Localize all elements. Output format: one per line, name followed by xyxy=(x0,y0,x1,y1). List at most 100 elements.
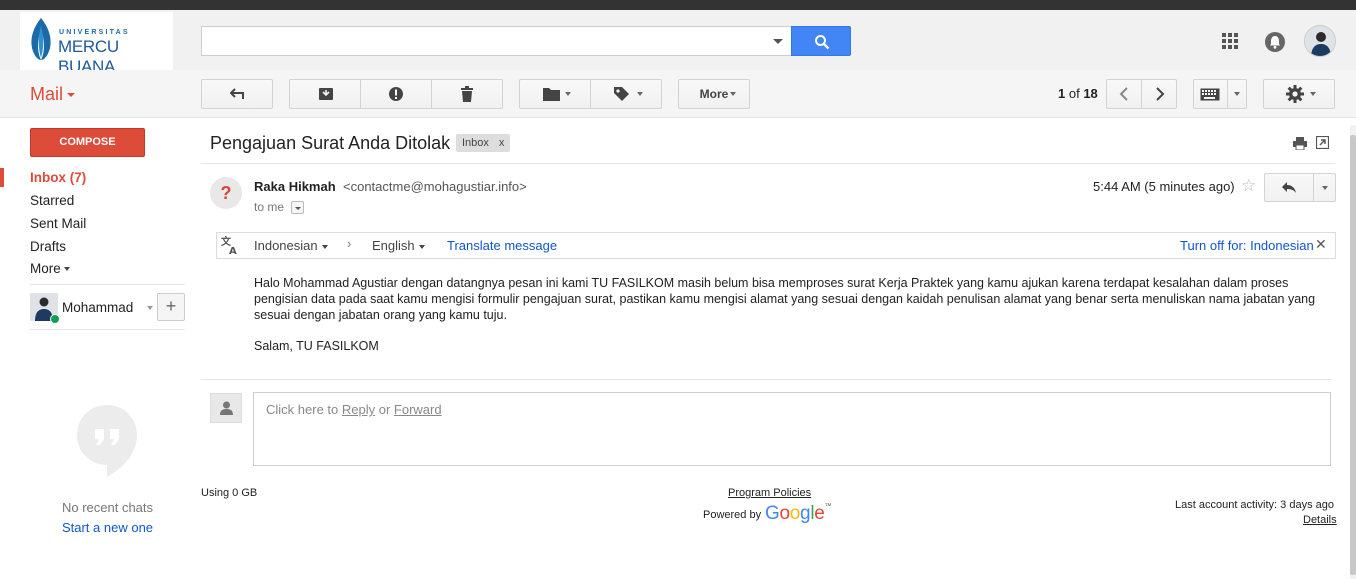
sender-unknown-icon: ? xyxy=(220,183,232,203)
more-options-chevron-icon[interactable] xyxy=(1322,186,1328,190)
svg-text:A: A xyxy=(229,246,237,255)
search-options-chevron-icon[interactable] xyxy=(773,39,783,44)
google-logo: Google™ xyxy=(765,503,832,524)
divider xyxy=(201,379,1331,380)
star-icon[interactable]: ☆ xyxy=(1241,176,1256,196)
chevron-left-icon xyxy=(1119,87,1128,101)
open-in-new-window-icon[interactable] xyxy=(1315,135,1330,152)
chevron-right-icon xyxy=(1156,87,1165,101)
more-actions-button[interactable]: More xyxy=(678,79,750,109)
print-icon[interactable] xyxy=(1293,137,1307,153)
newer-button[interactable] xyxy=(1107,80,1142,108)
powered-by-text: Powered by xyxy=(703,509,762,521)
selected-indicator xyxy=(0,168,4,187)
sidebar-item-inbox[interactable]: Inbox (7) xyxy=(30,170,86,185)
message-timestamp: 5:44 AM (5 minutes ago) xyxy=(1093,179,1235,194)
search-input[interactable] xyxy=(201,26,791,56)
pager-button-group xyxy=(1106,79,1177,109)
logo-flame-icon xyxy=(31,18,51,60)
chevron-down-icon xyxy=(637,92,643,96)
new-hangout-button[interactable]: + xyxy=(157,293,185,321)
translate-message-link[interactable]: Translate message xyxy=(447,238,557,253)
keyboard-icon xyxy=(1200,88,1220,101)
turn-off-translate-link[interactable]: Turn off for: Indonesian xyxy=(1180,238,1314,253)
sidebar-item-starred[interactable]: Starred xyxy=(30,193,74,208)
sender-name[interactable]: Raka Hikmah xyxy=(254,179,336,194)
message-body: Halo Mohammad Agustiar dengan datangnya … xyxy=(254,276,1316,322)
reply-link[interactable]: Reply xyxy=(342,402,375,417)
last-account-activity: Last account activity: 3 days ago xyxy=(1175,499,1334,511)
archive-button[interactable] xyxy=(290,80,361,108)
message-subject: Pengajuan Surat Anda Ditolak xyxy=(210,133,451,153)
hangouts-quote-icon xyxy=(77,405,137,477)
chevron-down-icon xyxy=(730,92,736,96)
hangouts-user-name[interactable]: Mohammad xyxy=(62,300,133,315)
chevron-down-icon xyxy=(1310,92,1316,96)
reply-button[interactable] xyxy=(1264,173,1336,202)
report-spam-icon xyxy=(389,87,403,101)
no-recent-chats-text: No recent chats xyxy=(61,500,154,515)
pagination-count: 1 of 18 xyxy=(1058,86,1098,101)
settings-button[interactable] xyxy=(1263,79,1335,109)
sender-avatar[interactable]: ? xyxy=(210,177,242,209)
move-to-button[interactable] xyxy=(520,80,591,108)
message-signature: Salam, TU FASILKOM xyxy=(254,339,379,353)
university-logo[interactable]: UNIVERSITAS MERCU BUANA xyxy=(20,12,173,76)
close-translate-icon[interactable]: ✕ xyxy=(1315,236,1327,253)
show-details-button[interactable] xyxy=(291,201,304,214)
apps-grid-icon[interactable] xyxy=(1222,33,1238,49)
divider xyxy=(30,284,185,285)
logo-top-text: UNIVERSITAS xyxy=(59,29,130,36)
back-arrow-icon xyxy=(230,88,244,99)
labels-button[interactable] xyxy=(591,80,662,108)
chevron-down-icon xyxy=(63,267,70,272)
source-language-select[interactable]: Indonesian xyxy=(254,238,328,253)
activity-details-link[interactable]: Details xyxy=(1303,514,1337,526)
archive-icon xyxy=(319,88,333,100)
sender-email: <contactme@mohagustiar.info> xyxy=(343,179,527,194)
user-placeholder-icon xyxy=(210,393,242,423)
chevron-down-icon xyxy=(295,207,301,210)
inbox-tag-label: Inbox xyxy=(462,137,489,149)
chevron-down-icon[interactable] xyxy=(147,306,153,310)
search-field[interactable] xyxy=(208,27,758,53)
forward-link[interactable]: Forward xyxy=(394,402,442,417)
start-new-chat-link[interactable]: Start a new one xyxy=(30,520,185,535)
translate-arrow-icon: › xyxy=(347,236,352,251)
folder-icon xyxy=(543,88,560,101)
online-status-icon xyxy=(50,314,60,324)
older-button[interactable] xyxy=(1142,80,1177,108)
sidebar-item-more[interactable]: More xyxy=(30,261,70,276)
chevron-down-icon xyxy=(321,244,328,249)
sidebar-item-drafts[interactable]: Drafts xyxy=(30,239,66,254)
reply-prompt: Click here to Reply or Forward xyxy=(266,402,442,417)
gear-icon xyxy=(1286,85,1304,103)
program-policies-link[interactable]: Program Policies xyxy=(728,487,811,499)
report-spam-button[interactable] xyxy=(361,80,432,108)
chevron-down-icon xyxy=(67,93,76,98)
chevron-down-icon xyxy=(418,244,425,249)
mail-label: Mail xyxy=(30,84,64,104)
remove-label-icon[interactable]: x xyxy=(499,137,505,149)
target-language-select[interactable]: English xyxy=(372,238,425,253)
account-avatar[interactable] xyxy=(1304,25,1336,57)
trash-icon xyxy=(461,86,473,102)
search-button[interactable] xyxy=(791,26,851,56)
chevron-down-icon xyxy=(1234,92,1240,96)
storage-usage: Using 0 GB xyxy=(201,487,258,499)
label-tag-icon xyxy=(614,87,629,101)
inbox-label-tag[interactable]: Inbox x xyxy=(456,134,511,152)
compose-button[interactable]: COMPOSE xyxy=(30,128,145,157)
delete-button[interactable] xyxy=(432,80,503,108)
scrollbar[interactable] xyxy=(1350,125,1356,579)
move-label-button-group xyxy=(519,79,662,109)
notifications-bell-icon[interactable] xyxy=(1265,32,1285,52)
back-to-inbox-button[interactable] xyxy=(201,79,273,109)
scrollbar-thumb[interactable] xyxy=(1350,135,1356,575)
action-button-group xyxy=(289,79,503,109)
mail-app-switcher[interactable]: Mail xyxy=(30,84,76,105)
search-icon xyxy=(815,35,830,50)
input-tools-button[interactable] xyxy=(1193,79,1247,109)
sidebar-item-sent-mail[interactable]: Sent Mail xyxy=(30,216,86,231)
recipient-text: to me xyxy=(254,200,285,214)
